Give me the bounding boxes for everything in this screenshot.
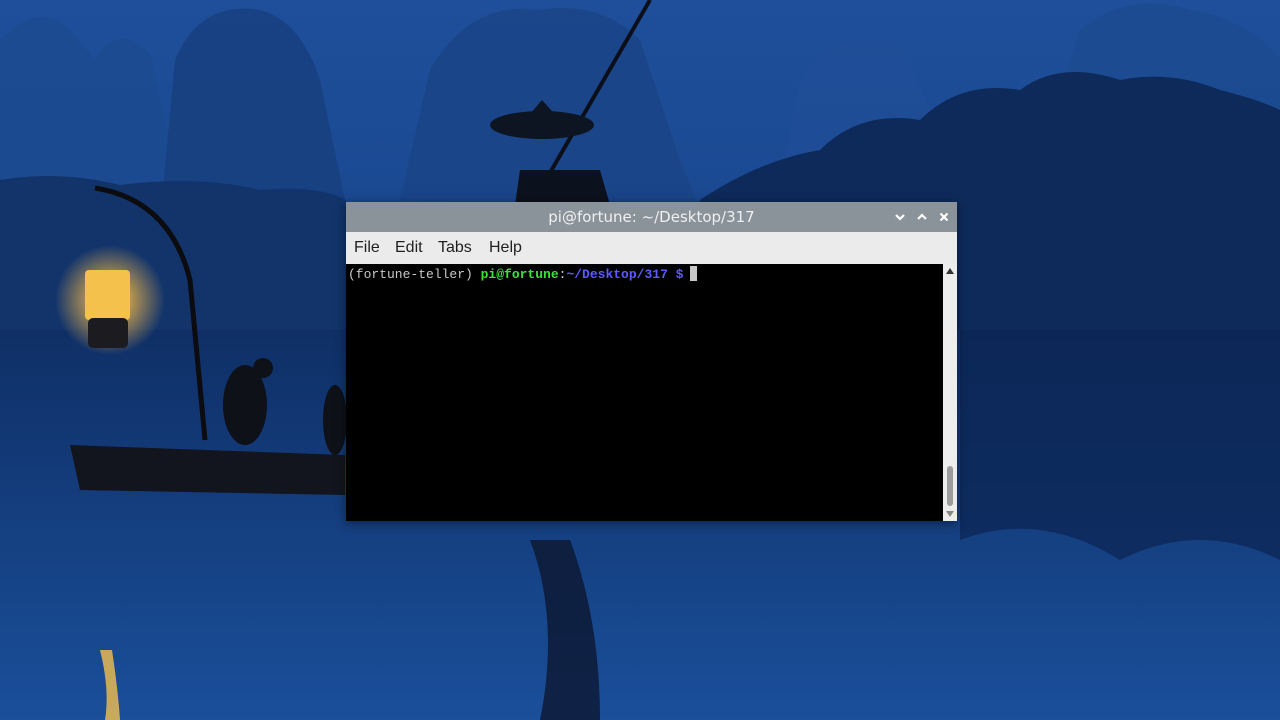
scroll-down-button[interactable] xyxy=(943,508,957,520)
close-icon xyxy=(939,212,949,222)
prompt-symbol: $ xyxy=(667,267,684,282)
window-title: pi@fortune: ~/Desktop/317 xyxy=(548,208,755,226)
vertical-scrollbar[interactable] xyxy=(943,264,957,521)
scrollbar-thumb[interactable] xyxy=(947,466,953,506)
prompt-user-host: pi@fortune xyxy=(480,267,559,282)
scroll-up-button[interactable] xyxy=(943,265,957,277)
menu-tabs[interactable]: Tabs xyxy=(438,232,472,264)
chevron-up-icon xyxy=(917,213,927,220)
minimize-button[interactable] xyxy=(892,209,908,225)
triangle-down-icon xyxy=(946,511,954,517)
menu-help[interactable]: Help xyxy=(489,232,522,264)
prompt-line: (fortune-teller) pi@fortune:~/Desktop/31… xyxy=(348,266,698,283)
chevron-down-icon xyxy=(895,214,905,221)
menu-bar: File Edit Tabs Help xyxy=(346,232,957,264)
desktop: pi@fortune: ~/Desktop/317 File Edit Tabs… xyxy=(0,0,1280,720)
maximize-button[interactable] xyxy=(914,209,930,225)
triangle-up-icon xyxy=(946,268,954,274)
virtualenv-label: (fortune-teller) xyxy=(348,267,481,282)
text-cursor xyxy=(690,266,698,281)
terminal-output[interactable]: (fortune-teller) pi@fortune:~/Desktop/31… xyxy=(346,264,943,521)
prompt-path: ~/Desktop/317 xyxy=(566,267,668,282)
menu-edit[interactable]: Edit xyxy=(395,232,423,264)
close-button[interactable] xyxy=(936,209,952,225)
title-bar[interactable]: pi@fortune: ~/Desktop/317 xyxy=(346,202,957,232)
terminal-window[interactable]: pi@fortune: ~/Desktop/317 File Edit Tabs… xyxy=(346,202,957,521)
menu-file[interactable]: File xyxy=(354,232,380,264)
